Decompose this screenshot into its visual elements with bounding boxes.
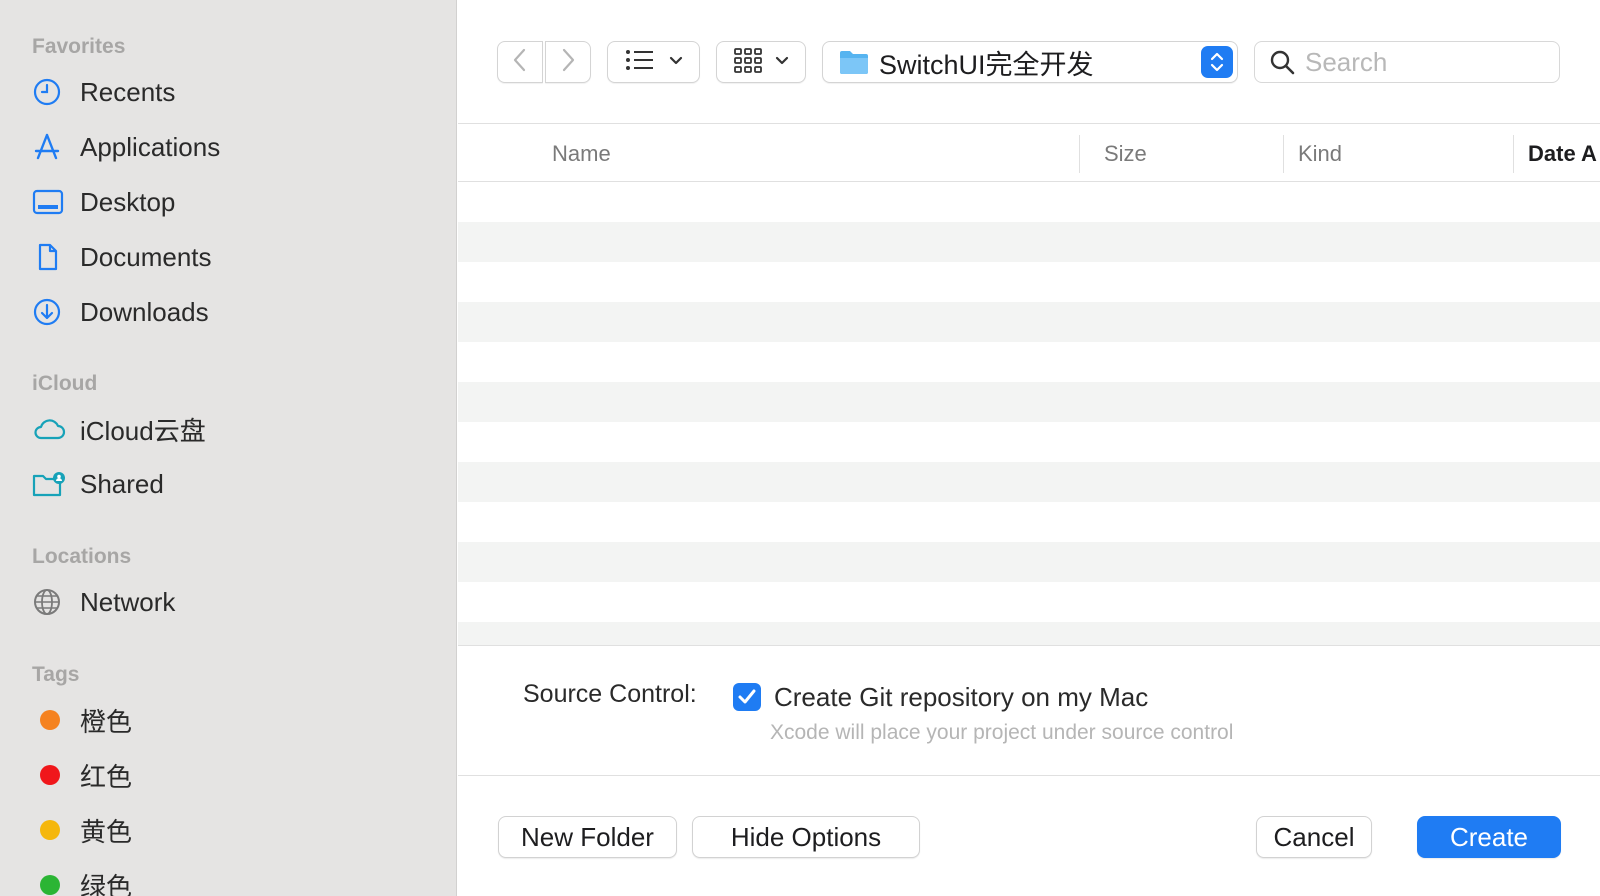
table-row bbox=[458, 422, 1600, 462]
table-row bbox=[458, 302, 1600, 342]
table-row bbox=[458, 622, 1600, 645]
table-row bbox=[458, 222, 1600, 262]
sidebar-item-tag-red[interactable]: 红色 bbox=[32, 755, 432, 795]
table-row bbox=[458, 542, 1600, 582]
column-header-kind[interactable]: Kind bbox=[1298, 125, 1342, 182]
column-divider bbox=[1079, 135, 1080, 173]
tags-heading: Tags bbox=[32, 663, 80, 686]
table-row bbox=[458, 342, 1600, 382]
toolbar: SwitchUI完全开发 bbox=[458, 0, 1600, 124]
chevron-down-icon bbox=[775, 53, 789, 71]
chevron-down-icon bbox=[669, 53, 683, 71]
table-row bbox=[458, 582, 1600, 622]
document-icon bbox=[32, 241, 68, 273]
sidebar-item-icloud-drive[interactable]: iCloud云盘 bbox=[32, 409, 432, 449]
sidebar-item-desktop[interactable]: Desktop bbox=[32, 182, 432, 222]
search-field[interactable] bbox=[1254, 41, 1560, 83]
sidebar-item-label: Applications bbox=[80, 131, 221, 162]
checkmark-icon bbox=[737, 688, 757, 706]
sidebar-item-label: Downloads bbox=[80, 296, 209, 327]
download-icon bbox=[32, 296, 68, 328]
sidebar-item-tag-green[interactable]: 绿色 bbox=[32, 865, 432, 896]
file-table-header: Name Size Kind Date A bbox=[458, 125, 1600, 182]
chevron-left-icon bbox=[512, 47, 528, 78]
sidebar-item-label: Network bbox=[80, 586, 176, 617]
back-button[interactable] bbox=[497, 41, 543, 83]
cloud-icon bbox=[32, 413, 68, 445]
sidebar-item-label: Desktop bbox=[80, 186, 176, 217]
sidebar-item-label: 橙色 bbox=[80, 706, 133, 737]
tag-color-dot bbox=[40, 820, 60, 840]
grid-view-menu[interactable] bbox=[716, 41, 806, 83]
git-repository-hint: Xcode will place your project under sour… bbox=[770, 721, 1234, 744]
git-repository-checkbox-label[interactable]: Create Git repository on my Mac bbox=[774, 682, 1148, 713]
chevron-right-icon bbox=[560, 47, 576, 78]
sidebar-item-downloads[interactable]: Downloads bbox=[32, 292, 432, 332]
table-row bbox=[458, 182, 1600, 222]
table-row bbox=[458, 262, 1600, 302]
globe-icon bbox=[32, 586, 68, 618]
desktop-icon bbox=[32, 186, 68, 218]
applications-icon bbox=[32, 131, 68, 163]
git-repository-checkbox[interactable] bbox=[733, 683, 761, 711]
hide-options-button[interactable]: Hide Options bbox=[692, 816, 920, 858]
file-list[interactable] bbox=[458, 182, 1600, 645]
sidebar-item-label: iCloud云盘 bbox=[80, 415, 206, 446]
up-down-stepper-icon bbox=[1201, 46, 1233, 78]
table-row bbox=[458, 382, 1600, 422]
locations-heading: Locations bbox=[32, 545, 132, 568]
tag-color-dot bbox=[40, 710, 60, 730]
sidebar-item-label: Recents bbox=[80, 76, 176, 107]
column-divider bbox=[1283, 135, 1284, 173]
table-row bbox=[458, 462, 1600, 502]
tag-color-dot bbox=[40, 875, 60, 895]
sidebar: Favorites Recents Applications Desktop D… bbox=[0, 0, 457, 896]
grid-icon bbox=[733, 47, 763, 78]
table-row bbox=[458, 502, 1600, 542]
sidebar-item-label: 红色 bbox=[80, 761, 133, 792]
sidebar-item-label: 绿色 bbox=[80, 871, 133, 896]
icloud-heading: iCloud bbox=[32, 372, 98, 395]
list-view-menu[interactable] bbox=[607, 41, 700, 83]
favorites-heading: Favorites bbox=[32, 35, 126, 58]
search-icon bbox=[1269, 49, 1295, 75]
sidebar-item-network[interactable]: Network bbox=[32, 582, 432, 622]
create-button[interactable]: Create bbox=[1417, 816, 1561, 858]
options-panel: Source Control: Create Git repository on… bbox=[458, 645, 1600, 776]
sidebar-item-recents[interactable]: Recents bbox=[32, 72, 432, 112]
sidebar-item-shared[interactable]: Shared bbox=[32, 464, 432, 504]
shared-folder-icon bbox=[32, 468, 68, 500]
cancel-button[interactable]: Cancel bbox=[1256, 816, 1372, 858]
search-input[interactable] bbox=[1305, 46, 1545, 78]
tag-color-dot bbox=[40, 765, 60, 785]
sidebar-item-tag-yellow[interactable]: 黄色 bbox=[32, 810, 432, 850]
current-folder-label: SwitchUI完全开发 bbox=[879, 49, 1094, 80]
sidebar-item-applications[interactable]: Applications bbox=[32, 127, 432, 167]
folder-icon bbox=[839, 49, 869, 75]
column-header-date-added[interactable]: Date A bbox=[1528, 125, 1597, 182]
sidebar-item-tag-orange[interactable]: 橙色 bbox=[32, 700, 432, 740]
source-control-label: Source Control: bbox=[523, 680, 697, 708]
clock-icon bbox=[32, 76, 68, 108]
new-folder-button[interactable]: New Folder bbox=[498, 816, 677, 858]
sidebar-item-label: Shared bbox=[80, 468, 164, 499]
column-divider bbox=[1513, 135, 1514, 173]
sidebar-item-label: Documents bbox=[80, 241, 212, 272]
column-header-size[interactable]: Size bbox=[1104, 125, 1147, 182]
sidebar-item-documents[interactable]: Documents bbox=[32, 237, 432, 277]
sidebar-item-label: 黄色 bbox=[80, 816, 133, 847]
forward-button[interactable] bbox=[545, 41, 591, 83]
list-icon bbox=[625, 48, 655, 77]
column-header-name[interactable]: Name bbox=[552, 125, 611, 182]
folder-path-popup[interactable]: SwitchUI完全开发 bbox=[822, 41, 1238, 83]
